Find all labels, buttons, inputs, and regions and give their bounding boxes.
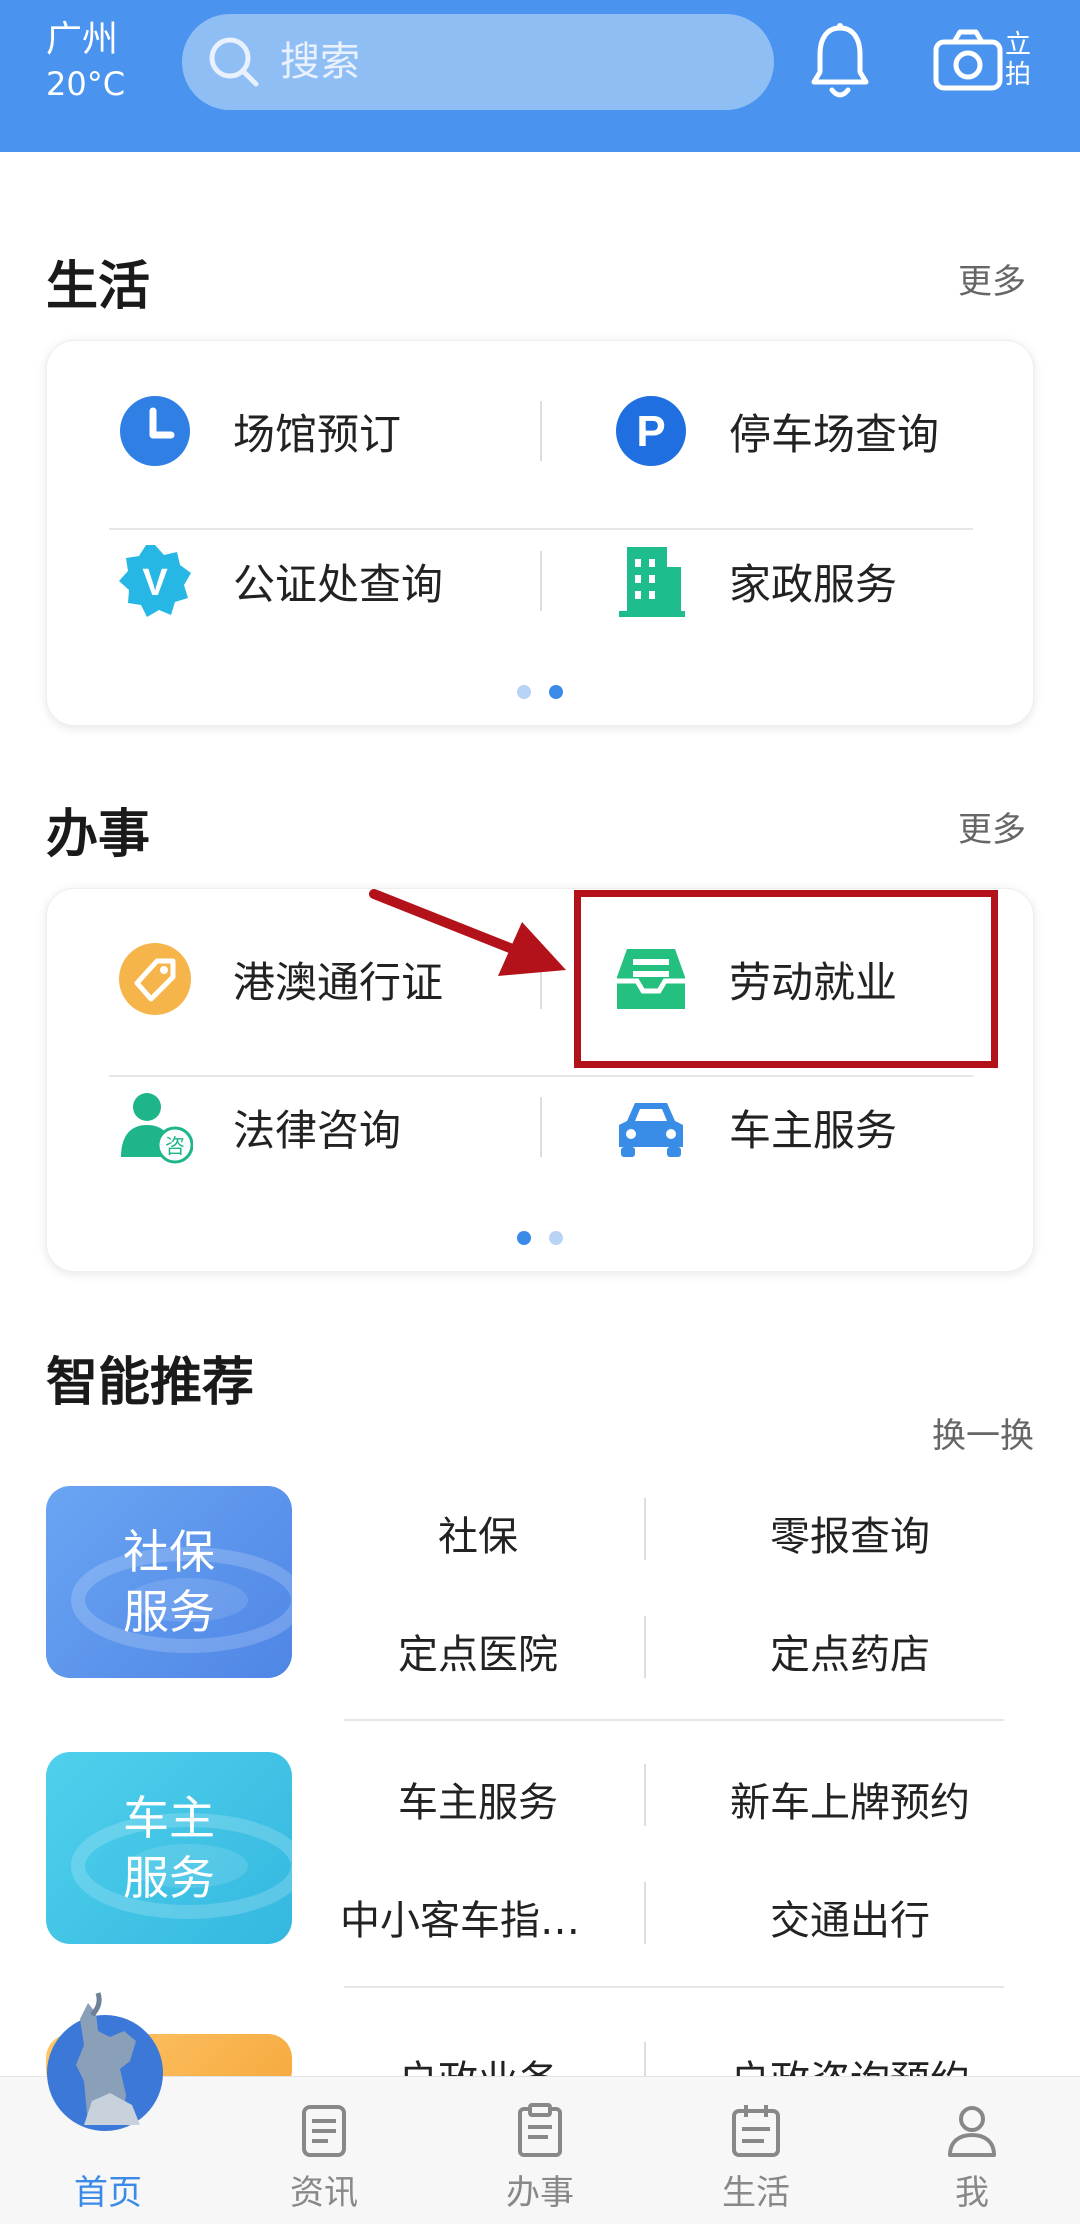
divider <box>644 1498 646 1560</box>
nav-label: 我 <box>955 2173 989 2213</box>
nav-news[interactable]: 资讯 <box>216 2077 432 2224</box>
affairs-section-title: 办事 <box>46 805 151 865</box>
tile-title-line1: 社保 <box>123 1525 215 1579</box>
highlight-box <box>574 890 998 1068</box>
service-label: 车主服务 <box>729 1105 898 1155</box>
life-section-title: 生活 <box>46 257 151 317</box>
service-notary-query[interactable]: V 公证处查询 <box>47 521 517 641</box>
service-parking-query[interactable]: P 停车场查询 <box>543 371 1013 491</box>
page-dot-active <box>549 685 563 699</box>
red-arrow-annotation <box>369 889 566 976</box>
calendar-icon <box>732 2105 780 2157</box>
bell-icon[interactable] <box>808 20 872 104</box>
divider <box>540 1097 542 1157</box>
person-icon <box>948 2106 996 2157</box>
service-car-owner[interactable]: 车主服务 <box>543 1067 1013 1187</box>
service-label: 法律咨询 <box>233 1105 402 1155</box>
recommend-section-title: 智能推荐 <box>46 1353 255 1413</box>
home-mascot-icon[interactable] <box>40 1985 170 2135</box>
page-dot <box>517 685 531 699</box>
swap-button[interactable]: 换一换 <box>932 1408 1034 1457</box>
weather-widget[interactable]: 广州 20°C <box>46 18 125 106</box>
divider <box>540 551 542 611</box>
divider <box>644 1616 646 1678</box>
nav-label: 生活 <box>722 2173 790 2213</box>
nav-label: 资讯 <box>290 2173 358 2213</box>
affairs-more-link[interactable]: 更多 <box>958 802 1026 851</box>
tile-title-line1: 车主 <box>123 1791 215 1845</box>
car-icon <box>619 1103 683 1157</box>
svg-text:V: V <box>142 562 168 604</box>
car-owner-tile[interactable]: 车主 服务 <box>46 1752 292 1944</box>
service-label: 公证处查询 <box>233 559 444 609</box>
nav-label: 办事 <box>506 2173 574 2213</box>
clock-icon <box>120 396 190 466</box>
verified-badge-icon: V <box>119 545 191 617</box>
service-label: 停车场查询 <box>729 409 940 459</box>
divider <box>540 401 542 461</box>
svg-text:P: P <box>636 407 665 456</box>
social-security-tile[interactable]: 社保 服务 <box>46 1486 292 1678</box>
top-bar: 广州 20°C 搜索 立拍 <box>0 0 1080 152</box>
clipboard-icon <box>518 2103 562 2157</box>
divider <box>344 1719 1004 1721</box>
tile-title-line2: 服务 <box>123 1585 215 1639</box>
tile-title-line2: 服务 <box>123 1851 215 1905</box>
parking-icon: P <box>616 396 686 466</box>
nav-me[interactable]: 我 <box>864 2077 1080 2224</box>
nav-affairs[interactable]: 办事 <box>432 2077 648 2224</box>
camera-icon[interactable] <box>932 26 1004 96</box>
building-icon <box>619 547 685 617</box>
life-more-link[interactable]: 更多 <box>958 254 1026 303</box>
service-legal-consulting[interactable]: 咨 法律咨询 <box>47 1067 517 1187</box>
service-housekeeping[interactable]: 家政服务 <box>543 521 1013 641</box>
service-venue-booking[interactable]: 场馆预订 <box>47 371 517 491</box>
rec-item-social-security[interactable]: 社保 <box>328 1504 628 1562</box>
nav-life[interactable]: 生活 <box>648 2077 864 2224</box>
page-dot <box>549 1231 563 1245</box>
search-bar[interactable]: 搜索 <box>182 14 774 110</box>
consultant-icon: 咨 <box>121 1093 193 1164</box>
service-label: 场馆预订 <box>233 409 402 459</box>
rec-item-new-car-plate[interactable]: 新车上牌预约 <box>700 1770 1000 1828</box>
divider <box>644 1882 646 1944</box>
rec-item-designated-hospital[interactable]: 定点医院 <box>328 1622 628 1680</box>
rec-item-reimbursement-query[interactable]: 零报查询 <box>700 1504 1000 1562</box>
divider <box>644 1764 646 1826</box>
city-label: 广州 <box>46 19 119 60</box>
rec-item-small-car-quota[interactable]: 中小客车指… <box>310 1888 610 1946</box>
service-label: 家政服务 <box>729 559 898 609</box>
life-services-card: 场馆预订 P 停车场查询 V 公证处查询 家政服务 <box>46 340 1034 726</box>
tag-icon <box>119 943 191 1015</box>
news-icon <box>302 2105 346 2157</box>
svg-text:咨: 咨 <box>165 1134 185 1158</box>
search-icon <box>209 37 259 87</box>
rec-item-designated-pharmacy[interactable]: 定点药店 <box>700 1622 1000 1680</box>
nav-label: 首页 <box>74 2173 142 2213</box>
temperature-label: 20°C <box>46 65 126 103</box>
camera-label[interactable]: 立拍 <box>1004 30 1032 90</box>
search-placeholder: 搜索 <box>280 39 360 85</box>
rec-item-car-owner-service[interactable]: 车主服务 <box>328 1770 628 1828</box>
page-dot-active <box>517 1231 531 1245</box>
divider <box>344 1986 1004 1988</box>
rec-item-traffic[interactable]: 交通出行 <box>700 1888 1000 1946</box>
